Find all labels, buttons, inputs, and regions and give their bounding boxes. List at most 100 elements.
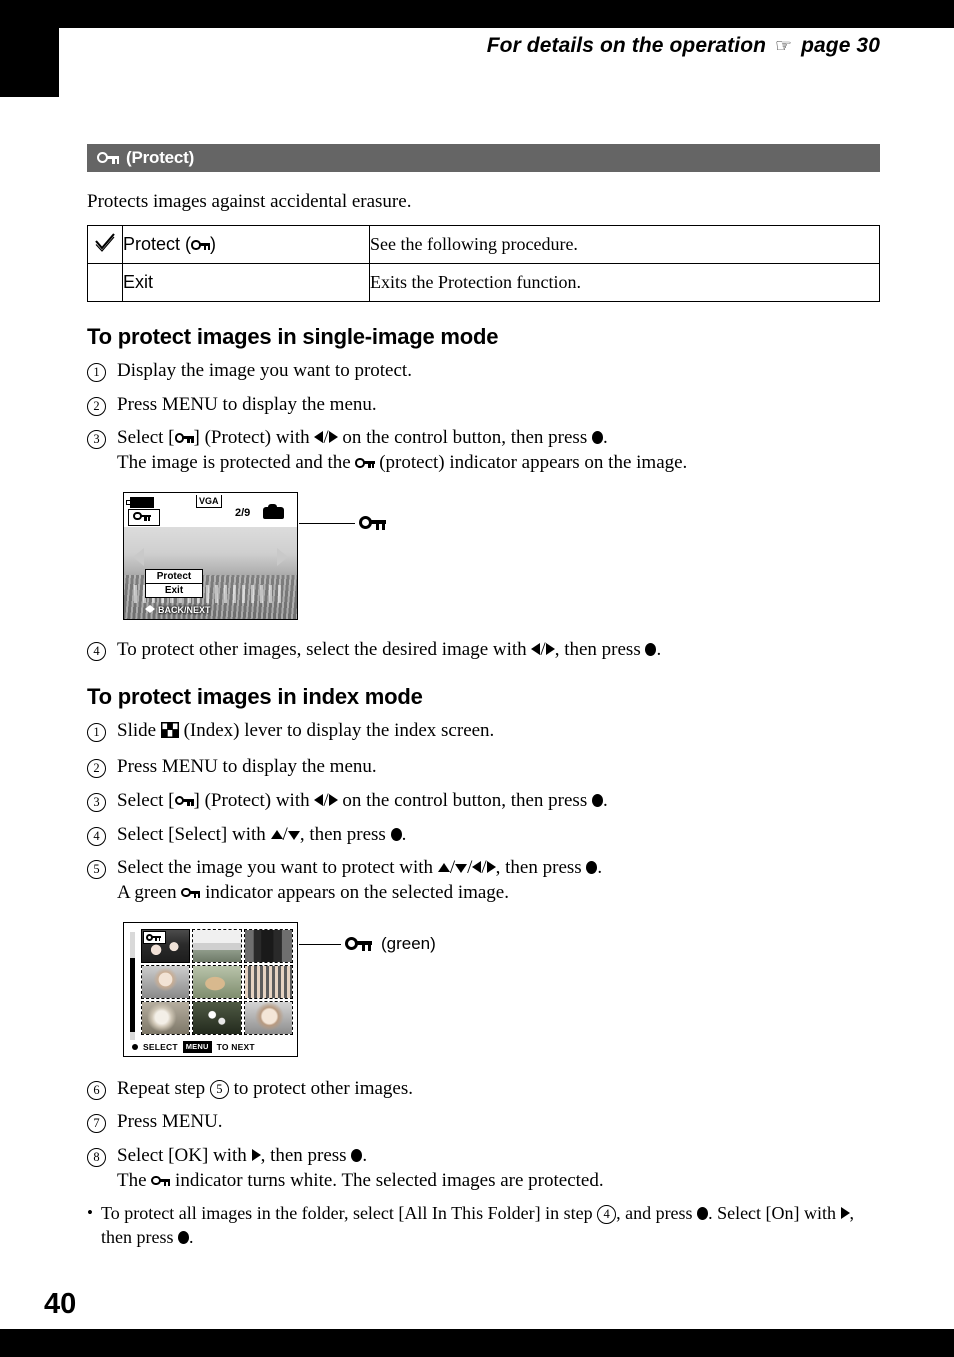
index-thumbnail[interactable]	[243, 1000, 293, 1035]
index-grid-icon	[160, 721, 179, 746]
camera-index-screen: SELECT MENU TO NEXT	[123, 921, 298, 1057]
lcd-back-next-hint: BACK/NEXT	[145, 604, 211, 615]
index-thumbnail[interactable]	[141, 964, 191, 999]
key-icon	[174, 795, 194, 807]
arrow-right-icon	[251, 1148, 261, 1161]
option-name-cell: Exit	[122, 263, 370, 302]
step-text-part: , then press	[495, 857, 587, 879]
step-1-3: 3 Select [ ] (Protect) with / on the con…	[87, 426, 880, 475]
lcd-menu-box: Protect Exit	[145, 568, 203, 598]
running-header-text-after: page 30	[801, 34, 880, 57]
step-2-7: 7 Press MENU.	[87, 1110, 880, 1135]
running-header-text-before: For details on the operation	[486, 34, 767, 57]
step-2-2: 2 Press MENU to display the menu.	[87, 755, 880, 780]
option-desc-cell: Exits the Protection function.	[369, 263, 880, 302]
pointing-hand-icon: ☞	[775, 36, 793, 57]
running-header: For details on the operation ☞ page 30	[0, 34, 880, 58]
step-number: 7	[87, 1110, 117, 1134]
lcd-prev-arrow-icon[interactable]	[133, 547, 144, 566]
arrow-right-icon	[328, 793, 338, 806]
page-number: 40	[44, 1288, 77, 1320]
thumbnail-image	[244, 929, 292, 962]
step-text: Select [Select] with /, then press .	[117, 823, 407, 845]
step-text-part: , then press	[554, 638, 646, 660]
table-row: Exit Exits the Protection function.	[87, 263, 880, 302]
index-scrollbar[interactable]	[130, 931, 135, 1040]
step-text: Slide (Index) lever to display the index…	[117, 719, 880, 746]
checkmark-cell-empty	[87, 263, 123, 302]
step-number: 5	[87, 856, 117, 880]
step-subtext: A green indicator appears on the selecte…	[117, 881, 880, 906]
lcd-menu-item-protect[interactable]: Protect	[146, 570, 202, 583]
arrow-right-icon	[840, 1207, 850, 1220]
step-text-part: on the control button, then press	[337, 427, 592, 449]
callout-line	[299, 943, 341, 945]
step-number: 4	[87, 638, 117, 662]
note-part: To protect all images in the folder, sel…	[101, 1203, 598, 1224]
bottom-black-band	[0, 1329, 954, 1357]
key-icon	[355, 458, 375, 469]
control-center-dot-icon	[645, 642, 657, 656]
index-thumbnail[interactable]	[243, 928, 293, 963]
step-text-part: Select [Select] with	[117, 823, 271, 845]
arrow-left-icon	[531, 642, 541, 655]
lcd-menu-item-exit[interactable]: Exit	[146, 582, 202, 597]
index-thumbnail[interactable]	[192, 928, 242, 963]
thumbnail-image	[193, 965, 241, 998]
step-text: Select [ ] (Protect) with / on the contr…	[117, 426, 880, 475]
step-text-part: Select [	[117, 427, 175, 449]
thumbnail-image	[142, 965, 190, 998]
key-icon	[191, 240, 211, 251]
note-part: . Select [On] with	[708, 1203, 841, 1224]
arrow-down-icon	[455, 864, 468, 874]
key-icon	[359, 515, 387, 531]
step-number: 2	[87, 393, 117, 417]
step-text-part: .	[656, 638, 662, 660]
note-text: To protect all images in the folder, sel…	[101, 1202, 880, 1250]
index-thumbnail[interactable]	[141, 1000, 191, 1035]
control-center-dot-icon	[591, 431, 603, 445]
thumbnail-image	[244, 1001, 292, 1034]
index-thumbnail[interactable]	[192, 964, 242, 999]
step-text-part: , then press	[260, 1144, 352, 1166]
arrow-left-icon	[314, 431, 324, 444]
step-text: Select [OK] with , then press . The indi…	[117, 1144, 880, 1193]
index-thumbnail-selected[interactable]	[141, 928, 191, 963]
step-text: Select the image you want to protect wit…	[117, 856, 880, 905]
note-part: .	[188, 1227, 194, 1248]
index-thumbnail[interactable]	[192, 1000, 242, 1035]
step-1-4: 4 To protect other images, select the de…	[87, 638, 880, 663]
step-1-2: 2 Press MENU to display the menu.	[87, 393, 880, 418]
control-center-dot-icon	[586, 861, 598, 875]
image-quality-label: VGA	[196, 494, 222, 508]
step-number: 8	[87, 1144, 117, 1168]
step-text-part: indicator turns white. The selected imag…	[170, 1169, 604, 1191]
step-text-part: Repeat step	[117, 1077, 210, 1099]
arrow-up-icon	[270, 829, 283, 839]
figure-single-image-lcd: VGA 2/9 Protect Exit BACK/NEXT	[123, 491, 880, 620]
step-text-part: Select [	[117, 789, 175, 811]
index-thumbnail[interactable]	[243, 964, 293, 999]
page-content: (Protect) Protects images against accide…	[87, 144, 880, 1250]
key-icon	[97, 152, 120, 164]
lcd-next-arrow-icon[interactable]	[277, 547, 288, 566]
camera-folder-icon	[263, 503, 284, 519]
step-text: To protect other images, select the desi…	[117, 638, 662, 660]
image-counter-label: 2/9	[235, 506, 251, 519]
option-name-prefix: Protect (	[123, 234, 192, 254]
step-reference: 4	[597, 1205, 617, 1225]
section-banner-label: (Protect)	[126, 148, 195, 167]
key-icon	[345, 936, 373, 952]
step-1-1: 1 Display the image you want to protect.	[87, 359, 880, 384]
step-text-part: ] (Protect) with	[193, 427, 315, 449]
key-icon	[151, 1175, 171, 1187]
key-icon	[174, 433, 194, 444]
control-center-dot-icon	[591, 793, 603, 807]
note-part: ,	[849, 1203, 855, 1224]
step-2-5: 5 Select the image you want to protect w…	[87, 856, 880, 905]
step-text-part: The	[117, 1169, 152, 1191]
bullet-dot: •	[87, 1203, 93, 1223]
thumbnail-image	[193, 1001, 241, 1034]
step-2-4: 4 Select [Select] with /, then press .	[87, 823, 880, 848]
step-text-part: .	[597, 857, 603, 879]
